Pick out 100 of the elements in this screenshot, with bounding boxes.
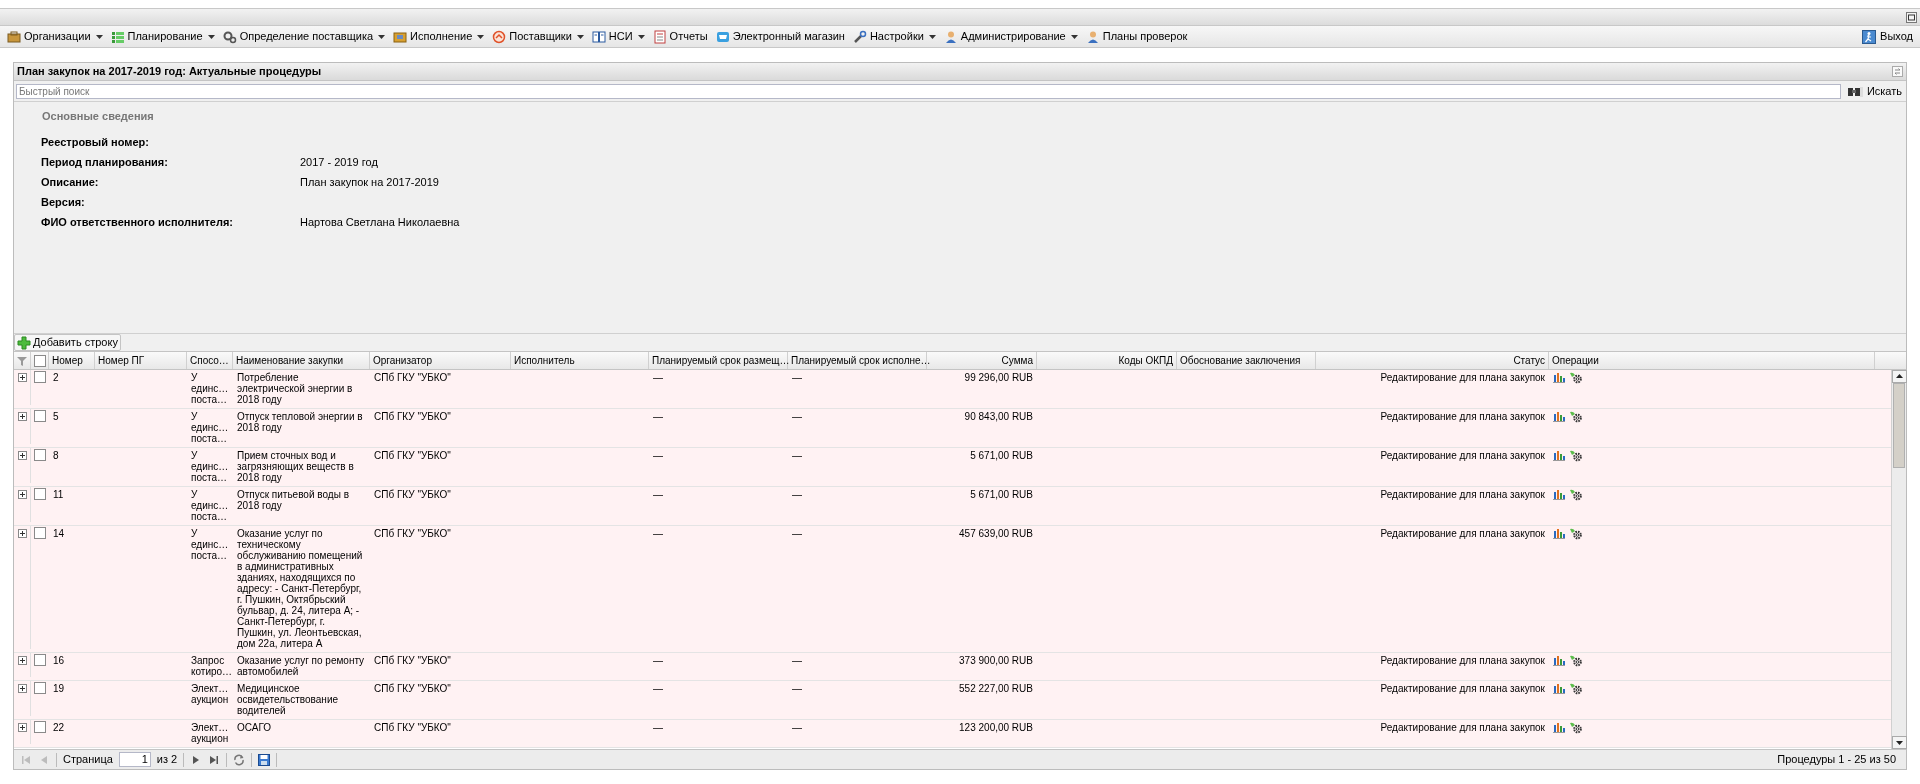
field-label: Реестровый номер: — [40, 134, 150, 150]
expand-icon[interactable] — [17, 412, 27, 421]
page-field[interactable]: 1 — [118, 752, 151, 767]
gear-icon[interactable] — [1569, 411, 1583, 423]
expand-icon[interactable] — [17, 684, 27, 693]
menu-item[interactable]: Отчеты — [649, 26, 711, 47]
search-field[interactable]: Быстрый поиск — [16, 83, 1841, 99]
logout-button[interactable]: Выход — [1859, 26, 1916, 47]
gear-icon[interactable] — [1569, 655, 1583, 667]
menu-item[interactable]: НСИ — [588, 26, 648, 47]
filter-icon[interactable] — [16, 354, 28, 367]
select-all-checkbox[interactable] — [33, 354, 46, 367]
table-cell: У единс… поста… — [191, 372, 229, 405]
table-cell-text: ОСАГО — [237, 722, 273, 733]
column-header[interactable]: Номер — [52, 353, 83, 368]
menu-item[interactable]: Исполнение — [390, 26, 488, 47]
field-label: Описание: — [40, 174, 100, 190]
gear-icon[interactable] — [1569, 528, 1583, 540]
table-cell-text: 8 — [53, 450, 60, 461]
dash-text: — — [792, 411, 803, 422]
column-header[interactable]: Организатор — [373, 353, 432, 368]
menu-item[interactable]: Поставщики — [489, 26, 587, 47]
bar-chart-icon[interactable] — [1553, 489, 1565, 500]
scroll-thumb[interactable] — [1893, 383, 1905, 468]
column-header[interactable]: Сумма — [1001, 353, 1033, 368]
menu-item[interactable]: Организации — [4, 26, 106, 47]
page-label: Страница — [63, 752, 113, 768]
last-page-icon[interactable] — [208, 753, 221, 766]
gear-icon[interactable] — [1569, 722, 1583, 734]
bar-chart-icon[interactable] — [1553, 683, 1565, 694]
gear-icon[interactable] — [1569, 683, 1583, 695]
bar-chart-icon[interactable] — [1553, 372, 1565, 383]
plus-icon — [17, 335, 31, 350]
gears-icon — [222, 29, 237, 44]
table-row[interactable]: 16 Запрос котиро… Оказание услуг по ремонту автомобилей СПб ГКУ "УБКО" — — 373 900,00 RUB Редактирование для плана закупок — [14, 653, 1891, 681]
column-header[interactable]: Спосо… — [190, 353, 229, 368]
table-cell-text: Редактирование для плана закупок — [1379, 489, 1545, 500]
row-checkbox[interactable] — [34, 410, 46, 422]
column-header[interactable]: Обоснование заключения — [1180, 353, 1301, 368]
table-cell-text: 90 843,00 RUB — [963, 411, 1033, 422]
bar-chart-icon[interactable] — [1553, 722, 1565, 733]
bar-chart-icon[interactable] — [1553, 411, 1565, 422]
expand-icon[interactable] — [17, 656, 27, 665]
save-icon[interactable] — [258, 753, 271, 766]
dash-text: — — [653, 722, 664, 733]
add-row-button[interactable]: Добавить строку — [14, 334, 121, 351]
row-checkbox[interactable] — [34, 488, 46, 500]
list-icon — [110, 29, 125, 44]
restore-icon[interactable] — [1906, 11, 1917, 23]
paging-summary: Процедуры 1 - 25 из 50 — [1777, 752, 1897, 768]
bar-chart-icon[interactable] — [1553, 655, 1565, 666]
column-header[interactable]: Планируемый срок исполне… — [791, 353, 931, 368]
table-cell: Оказание услуг по ремонту автомобилей — [237, 655, 366, 677]
column-header[interactable]: Наименование закупки — [236, 353, 344, 368]
row-checkbox[interactable] — [34, 682, 46, 694]
column-header[interactable]: Статус — [1513, 353, 1545, 368]
table-row[interactable]: 5 У единс… поста… Отпуск тепловой энергии в 2018 году СПб ГКУ "УБКО" — — 90 843,00 RUB Редактирование для плана закупок — [14, 409, 1891, 448]
gear-icon[interactable] — [1569, 450, 1583, 462]
bar-chart-icon[interactable] — [1553, 528, 1565, 539]
table-cell-text: 16 — [53, 655, 66, 666]
table-row[interactable]: 22 Элект… аукцион ОСАГО СПб ГКУ "УБКО" — — 123 200,00 RUB Редактирование для плана закупок — [14, 720, 1891, 748]
scroll-down-icon[interactable] — [1892, 736, 1907, 749]
table-cell-text: СПб ГКУ "УБКО" — [374, 683, 452, 694]
expand-icon[interactable] — [17, 373, 27, 382]
table-cell-text: 373 900,00 RUB — [958, 655, 1033, 666]
search-button[interactable]: Искать — [1844, 82, 1904, 100]
column-header[interactable]: Операции — [1552, 353, 1599, 368]
exit-icon — [1862, 29, 1877, 44]
refresh-icon[interactable] — [233, 753, 246, 766]
expand-icon[interactable] — [17, 490, 27, 499]
row-checkbox[interactable] — [34, 371, 46, 383]
scroll-up-icon[interactable] — [1892, 370, 1907, 383]
menu-item[interactable]: Настройки — [849, 26, 939, 47]
row-checkbox[interactable] — [34, 527, 46, 539]
dash-text: — — [792, 722, 803, 733]
column-header[interactable]: Коды ОКПД — [1118, 353, 1173, 368]
gear-icon[interactable] — [1569, 489, 1583, 501]
menu-item[interactable]: Администрирование — [940, 26, 1081, 47]
column-header[interactable]: Номер ПГ — [98, 353, 145, 368]
table-row[interactable]: 2 У единс… поста… Потребление электрической энергии в 2018 году СПб ГКУ "УБКО" — — 99 296,00 RUB Редактирование для плана закупок — [14, 370, 1891, 409]
gear-icon[interactable] — [1569, 372, 1583, 384]
column-header[interactable]: Планируемый срок размещ… — [652, 353, 790, 368]
page-count: из 2 — [156, 752, 178, 768]
expand-icon[interactable] — [17, 451, 27, 460]
row-checkbox[interactable] — [34, 654, 46, 666]
table-cell: У единс… поста… — [191, 489, 229, 522]
menu-item[interactable]: Электронный магазин — [712, 26, 848, 47]
table-row[interactable]: 11 У единс… поста… Отпуск питьевой воды в 2018 году СПб ГКУ "УБКО" — — 5 671,00 RUB Редактирование для плана закупок — [14, 487, 1891, 526]
table-row[interactable]: 8 У единс… поста… Прием сточных вод и загрязняющих веществ в 2018 году СПб ГКУ "УБКО" — — 5 671,00 RUB Редактирование для плана закупок — [14, 448, 1891, 487]
menu-item[interactable]: Планирование — [107, 26, 218, 47]
table-cell-text: Редактирование для плана закупок — [1379, 528, 1545, 539]
expand-icon[interactable] — [17, 529, 27, 538]
row-checkbox[interactable] — [34, 721, 46, 733]
menu-item[interactable]: Определение поставщика — [219, 26, 389, 47]
bar-chart-icon[interactable] — [1553, 450, 1565, 461]
table-row[interactable]: 19 Элект… аукцион Медицинское освидетельствование водителей СПб ГКУ "УБКО" — — 552 227,00 RUB Редактирование для плана закупок — [14, 681, 1891, 720]
expand-icon[interactable] — [17, 723, 27, 732]
menu-item[interactable]: Планы проверок — [1082, 26, 1191, 47]
column-header[interactable]: Исполнитель — [514, 353, 575, 368]
row-checkbox[interactable] — [34, 449, 46, 461]
